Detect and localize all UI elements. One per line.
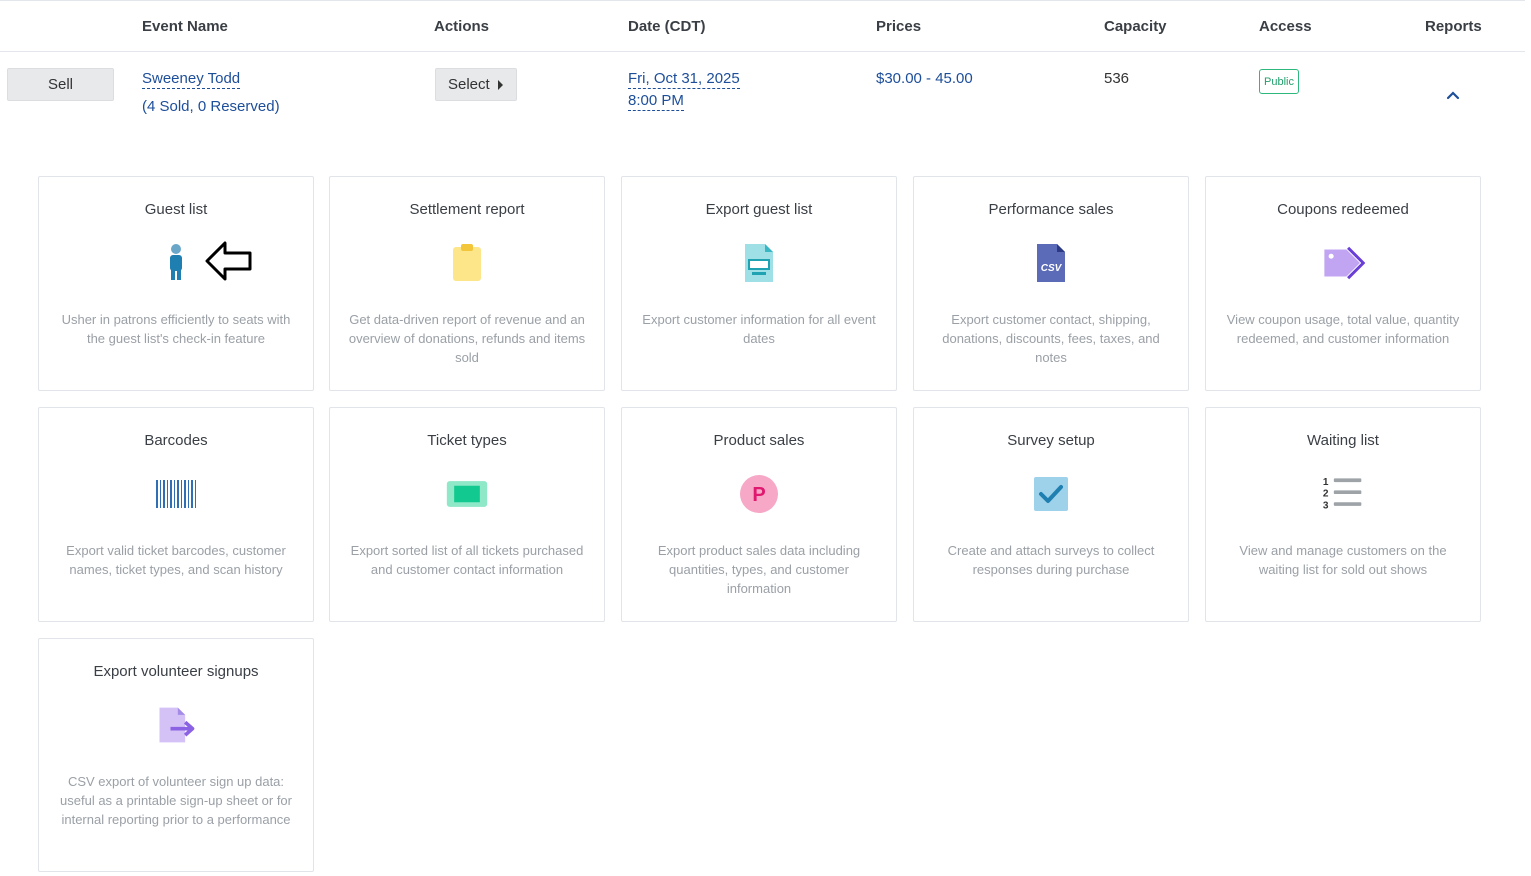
sold-reserved-info: (4 Sold, 0 Reserved): [142, 98, 280, 115]
report-card-ticket-types[interactable]: Ticket types Export sorted list of all t…: [329, 407, 605, 622]
card-title: Ticket types: [427, 432, 507, 449]
card-description: Export sorted list of all tickets purcha…: [350, 543, 584, 577]
report-card-performance-sales[interactable]: Performance sales CSV Export customer co…: [913, 176, 1189, 391]
event-prices: $30.00 - 45.00: [876, 70, 973, 87]
tag-icon: [1321, 241, 1365, 285]
report-card-settlement-report[interactable]: Settlement report Get data-driven report…: [329, 176, 605, 391]
svg-text:CSV: CSV: [1041, 263, 1063, 274]
table-header: Event Name Actions Date (CDT) Prices Cap…: [0, 0, 1525, 52]
document-export-icon: [737, 241, 781, 285]
report-card-export-guest-list[interactable]: Export guest list Export customer inform…: [621, 176, 897, 391]
card-title: Coupons redeemed: [1277, 201, 1409, 218]
event-date-link[interactable]: Fri, Oct 31, 2025: [628, 70, 740, 89]
report-card-export-volunteer-signups[interactable]: Export volunteer signups CSV export of v…: [38, 638, 314, 872]
card-description: Export product sales data including quan…: [657, 543, 861, 596]
card-description: Export customer information for all even…: [642, 312, 876, 346]
card-description: Export customer contact, shipping, donat…: [942, 312, 1160, 365]
barcode-icon: [154, 472, 198, 516]
column-header-actions: Actions: [434, 18, 490, 35]
csv-file-icon: CSV: [1029, 241, 1073, 285]
column-header-event-name[interactable]: Event Name: [142, 18, 228, 35]
column-header-date[interactable]: Date (CDT): [628, 18, 706, 35]
card-description: View coupon usage, total value, quantity…: [1226, 312, 1460, 346]
card-title: Guest list: [144, 201, 208, 218]
report-card-guest-list[interactable]: Guest list Usher in patrons efficiently …: [38, 176, 314, 391]
card-title: Barcodes: [144, 432, 208, 449]
event-capacity: 536: [1104, 70, 1130, 87]
column-header-prices: Prices: [876, 18, 922, 35]
select-label: Select: [448, 76, 490, 93]
annotation-arrow-icon: [205, 241, 252, 281]
report-card-waiting-list[interactable]: Waiting list 1 2 3 View and manage custo…: [1205, 407, 1481, 622]
clipboard-icon: [445, 241, 489, 285]
column-header-reports: Reports: [1425, 18, 1482, 35]
column-header-access: Access: [1259, 18, 1312, 35]
card-description: Usher in patrons efficiently to seats wi…: [61, 312, 291, 346]
chevron-up-icon[interactable]: [1446, 90, 1460, 100]
svg-text:P: P: [752, 484, 765, 506]
product-p-icon: P: [737, 472, 781, 516]
card-title: Export volunteer signups: [93, 663, 259, 680]
report-card-product-sales[interactable]: Product sales P Export product sales dat…: [621, 407, 897, 622]
svg-text:2: 2: [1323, 489, 1329, 500]
event-name-link[interactable]: Sweeney Todd: [142, 70, 241, 89]
card-title: Survey setup: [1007, 432, 1095, 449]
event-time-link[interactable]: 8:00 PM: [628, 92, 684, 111]
access-badge: Public: [1259, 69, 1299, 94]
ticket-icon: [445, 472, 489, 516]
actions-select-button[interactable]: Select: [435, 68, 517, 101]
card-title: Export guest list: [705, 201, 813, 218]
card-title: Settlement report: [409, 201, 525, 218]
file-export-arrow-icon: [154, 703, 198, 747]
card-title: Waiting list: [1307, 432, 1379, 449]
column-header-capacity: Capacity: [1104, 18, 1167, 35]
card-description: Get data-driven report of revenue and an…: [348, 312, 586, 365]
card-title: Performance sales: [988, 201, 1114, 218]
report-card-barcodes[interactable]: Barcodes Export valid ticket barcodes, c…: [38, 407, 314, 622]
numbered-list-icon: 1 2 3: [1321, 472, 1365, 516]
card-description: View and manage customers on the waiting…: [1239, 543, 1447, 577]
sell-button[interactable]: Sell: [7, 68, 114, 101]
svg-text:1: 1: [1323, 477, 1329, 488]
card-description: Export valid ticket barcodes, customer n…: [66, 543, 286, 577]
checkbox-icon: [1029, 472, 1073, 516]
person-icon: [154, 241, 198, 285]
card-title: Product sales: [713, 432, 805, 449]
card-description: Create and attach surveys to collect res…: [947, 543, 1155, 577]
event-row: Sell Sweeney Todd (4 Sold, 0 Reserved) S…: [0, 52, 1525, 152]
caret-right-icon: [497, 79, 503, 90]
svg-text:3: 3: [1323, 501, 1329, 512]
report-card-coupons-redeemed[interactable]: Coupons redeemed View coupon usage, tota…: [1205, 176, 1481, 391]
card-description: CSV export of volunteer sign up data: us…: [60, 774, 292, 827]
report-card-survey-setup[interactable]: Survey setup Create and attach surveys t…: [913, 407, 1189, 622]
